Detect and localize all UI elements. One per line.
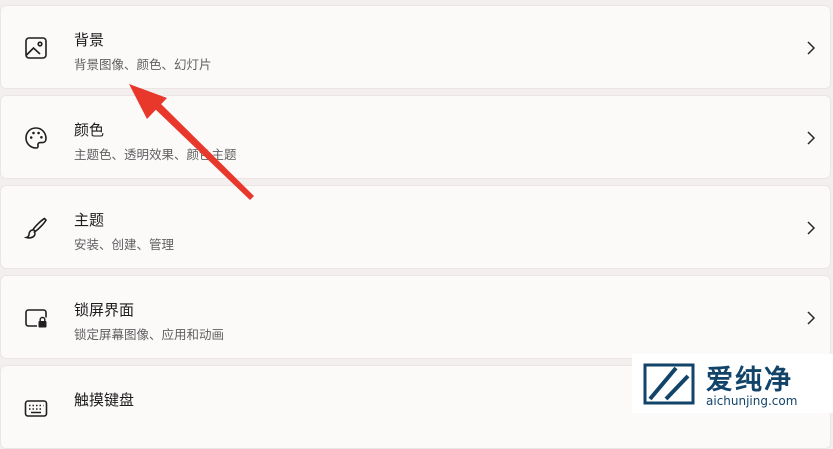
watermark: 爱纯净 aichunjing.com xyxy=(632,354,833,413)
setting-subtitle: 背景图像、颜色、幻灯片 xyxy=(74,57,212,72)
watermark-logo xyxy=(643,363,695,405)
setting-item-background[interactable]: 背景 背景图像、颜色、幻灯片 xyxy=(0,5,831,89)
setting-title: 锁屏界面 xyxy=(74,301,135,319)
setting-subtitle: 主题色、透明效果、颜色主题 xyxy=(74,147,237,162)
setting-subtitle: 安装、创建、管理 xyxy=(74,237,175,252)
setting-subtitle: 锁定屏幕图像、应用和动画 xyxy=(74,327,225,342)
setting-item-colors[interactable]: 颜色 主题色、透明效果、颜色主题 xyxy=(0,95,831,179)
setting-item-lock-screen[interactable]: 锁屏界面 锁定屏幕图像、应用和动画 xyxy=(0,275,831,359)
watermark-brand: 爱纯净 xyxy=(706,365,793,396)
keyboard-icon xyxy=(23,395,49,421)
setting-title: 触摸键盘 xyxy=(74,391,135,409)
image-icon xyxy=(23,35,49,61)
brush-icon xyxy=(23,215,49,241)
chevron-right-icon xyxy=(804,130,818,146)
setting-title: 背景 xyxy=(74,31,105,49)
palette-icon xyxy=(23,125,49,151)
settings-list: 背景 背景图像、颜色、幻灯片 颜色 主题色、透明效果、颜色主题 主题 安装、创建… xyxy=(0,0,833,449)
setting-title: 主题 xyxy=(74,211,105,229)
chevron-right-icon xyxy=(804,40,818,56)
watermark-domain: aichunjing.com xyxy=(706,394,798,408)
setting-item-themes[interactable]: 主题 安装、创建、管理 xyxy=(0,185,831,269)
setting-title: 颜色 xyxy=(74,121,105,139)
chevron-right-icon xyxy=(804,310,818,326)
chevron-right-icon xyxy=(804,220,818,236)
lock-screen-icon xyxy=(23,305,49,331)
